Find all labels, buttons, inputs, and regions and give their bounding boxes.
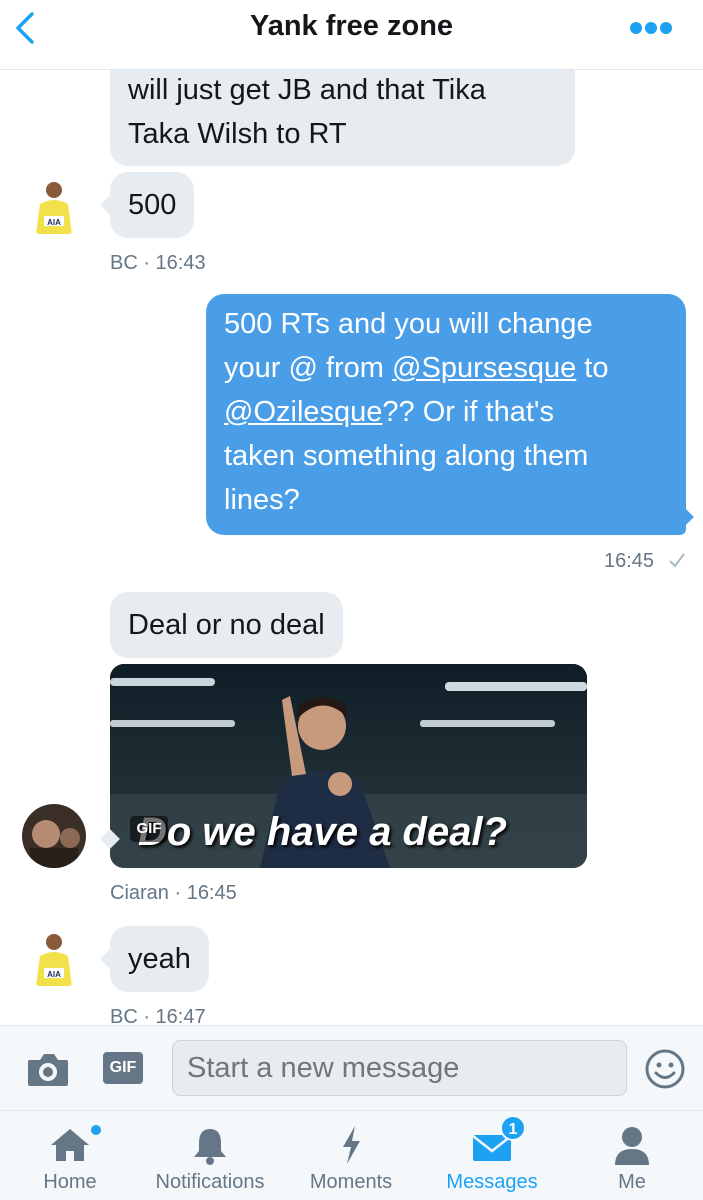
message-bubble-incoming[interactable]: 500 [110, 172, 195, 238]
message-text: 500 [128, 189, 177, 221]
message-meta: 16:45 [604, 550, 686, 573]
ellipsis-icon [630, 22, 672, 34]
message-line: lines? [224, 484, 300, 516]
gif-attachment[interactable]: Do we have a deal? GIF [110, 664, 587, 868]
svg-text:AIA: AIA [47, 970, 61, 979]
message-bubble-incoming[interactable]: will just get JB and that Tika Taka Wils… [110, 70, 575, 166]
tab-messages[interactable]: 1 Messages [422, 1111, 562, 1200]
checkmark-icon [668, 553, 685, 568]
message-meta: BC · 16:47 [110, 1006, 206, 1025]
message-composer: GIF [0, 1025, 703, 1110]
message-text: yeah [128, 943, 191, 975]
message-line: will just get JB and that Tika [128, 74, 486, 106]
gif-badge: GIF [130, 816, 168, 842]
tab-label: Moments [309, 1171, 393, 1193]
user-photo-icon [22, 804, 86, 868]
tab-bar: Home Notifications Moments 1 Messages Me [0, 1110, 703, 1200]
message-text: Deal or no deal [128, 609, 325, 641]
svg-text:AIA: AIA [47, 218, 61, 227]
message-list[interactable]: will just get JB and that Tika Taka Wils… [0, 70, 703, 1025]
conversation-header: Yank free zone [0, 0, 703, 70]
home-icon [51, 1129, 89, 1161]
message-line: taken something along them [224, 440, 589, 472]
tab-notifications[interactable]: Notifications [140, 1111, 280, 1200]
conversation-title: Yank free zone [249, 10, 454, 42]
lightning-icon [343, 1126, 360, 1164]
mention-link[interactable]: @Ozilesque [224, 396, 382, 428]
message-line: your @ from @Spursesque to [224, 352, 609, 384]
emoji-button[interactable] [644, 1048, 686, 1090]
message-line: Taka Wilsh to RT [128, 118, 347, 150]
gif-caption: Do we have a deal? [138, 810, 508, 854]
messages-badge: 1 [500, 1115, 526, 1141]
tab-home[interactable]: Home [0, 1111, 140, 1200]
player-avatar-icon: AIA [22, 926, 86, 990]
avatar-ciaran[interactable] [22, 804, 86, 868]
tab-me[interactable]: Me [562, 1111, 702, 1200]
avatar-bc[interactable]: AIA [22, 174, 86, 238]
camera-icon [28, 1054, 68, 1086]
more-options-button[interactable] [629, 18, 673, 38]
message-line: 500 RTs and you will change [224, 308, 593, 340]
smiley-icon [645, 1049, 685, 1089]
tab-label: Messages [446, 1171, 538, 1193]
message-meta: BC · 16:43 [110, 252, 206, 274]
message-meta: Ciaran · 16:45 [110, 882, 237, 904]
tab-moments[interactable]: Moments [281, 1111, 421, 1200]
message-bubble-incoming[interactable]: yeah [110, 926, 209, 992]
gif-button[interactable]: GIF [103, 1052, 143, 1084]
bell-icon [194, 1129, 226, 1165]
message-line: @Ozilesque?? Or if that's [224, 396, 554, 428]
message-input[interactable] [172, 1040, 627, 1096]
camera-button[interactable] [26, 1050, 70, 1088]
player-avatar-icon: AIA [22, 174, 86, 238]
message-bubble-incoming[interactable]: Deal or no deal [110, 592, 343, 658]
tab-label: Notifications [155, 1171, 265, 1193]
avatar-bc[interactable]: AIA [22, 926, 86, 990]
tab-label: Me [618, 1171, 646, 1193]
tab-label: Home [43, 1171, 97, 1193]
person-icon [615, 1127, 649, 1165]
home-unread-dot [91, 1125, 101, 1135]
message-bubble-outgoing[interactable]: 500 RTs and you will change your @ from … [206, 294, 686, 535]
mention-link[interactable]: @Spursesque [392, 352, 576, 384]
